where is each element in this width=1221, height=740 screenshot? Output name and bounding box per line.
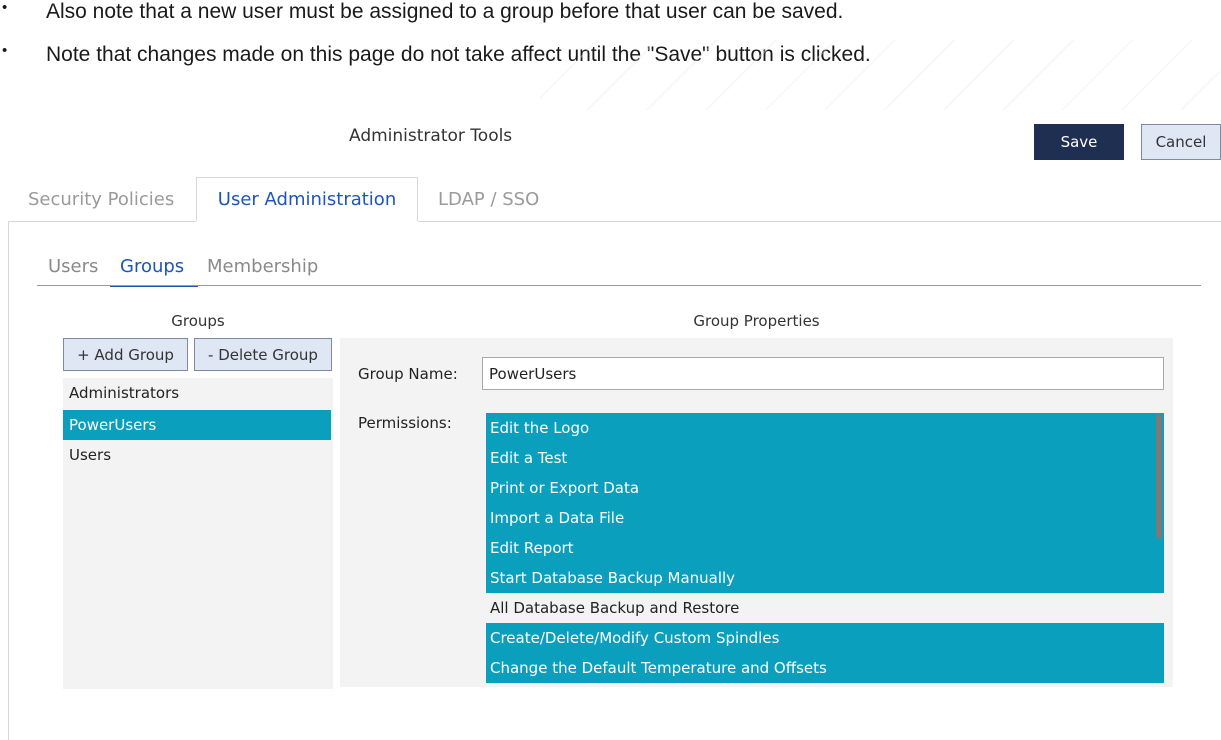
group-name-input[interactable]	[482, 357, 1164, 390]
permission-item[interactable]: Import a Data File	[486, 503, 1164, 533]
permission-item[interactable]: Edit the Logo	[486, 413, 1164, 443]
tab-frame-border	[8, 221, 196, 222]
bullet: •	[2, 0, 8, 16]
save-button[interactable]: Save	[1034, 124, 1124, 160]
tab-ldap-sso[interactable]: LDAP / SSO	[438, 178, 539, 220]
add-group-button[interactable]: + Add Group	[63, 338, 188, 371]
permission-item[interactable]: Print or Export Data	[486, 473, 1164, 503]
group-name-label: Group Name:	[358, 365, 458, 383]
subtab-membership[interactable]: Membership	[207, 256, 318, 277]
cancel-button[interactable]: Cancel	[1141, 124, 1221, 160]
permission-item[interactable]: Edit a Test	[486, 443, 1164, 473]
tab-security-policies[interactable]: Security Policies	[28, 178, 174, 220]
subtab-users[interactable]: Users	[48, 256, 98, 277]
group-item-administrators[interactable]: Administrators	[63, 378, 331, 408]
window-title: Administrator Tools	[349, 126, 513, 146]
permission-item[interactable]: Change the Default Temperature and Offse…	[486, 653, 1164, 683]
subtab-groups[interactable]: Groups	[120, 256, 184, 277]
group-properties-heading: Group Properties	[693, 312, 820, 330]
tab-user-administration[interactable]: User Administration	[196, 177, 418, 221]
permission-item[interactable]: Create/Delete/Modify Custom Spindles	[486, 623, 1164, 653]
subtab-divider	[37, 285, 1201, 286]
permission-item[interactable]: Edit Report	[486, 533, 1164, 563]
permissions-list[interactable]: Edit the Logo Edit a Test Print or Export …	[486, 413, 1164, 683]
delete-group-button[interactable]: - Delete Group	[194, 338, 332, 371]
background-watermark	[540, 40, 1220, 110]
group-item-powerusers[interactable]: PowerUsers	[63, 410, 331, 440]
group-list[interactable]: Administrators PowerUsers Users	[63, 378, 333, 689]
bullet: •	[2, 42, 8, 59]
tab-frame-border	[8, 221, 9, 740]
permissions-scrollbar[interactable]	[1156, 414, 1162, 539]
main-tabs: Security Policies User Administration LD…	[0, 177, 1221, 221]
note-text: Also note that a new user must be assign…	[46, 0, 844, 23]
group-item-users[interactable]: Users	[63, 440, 331, 470]
tab-frame-border	[418, 221, 1221, 222]
permissions-label: Permissions:	[358, 414, 452, 432]
permission-item[interactable]: All Database Backup and Restore	[486, 593, 1164, 623]
permission-item[interactable]: Start Database Backup Manually	[486, 563, 1164, 593]
groups-heading: Groups	[171, 312, 225, 330]
